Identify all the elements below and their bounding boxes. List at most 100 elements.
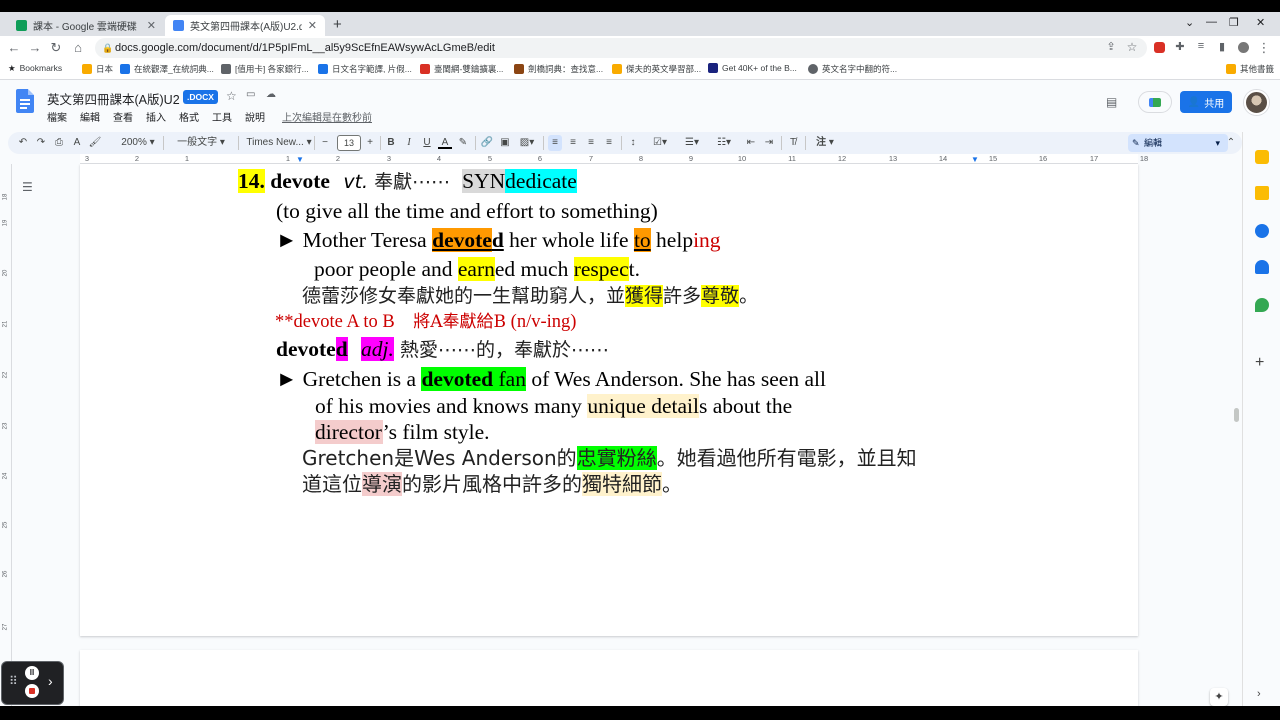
share-button[interactable]: 👤 共用 xyxy=(1180,91,1232,113)
image-icon[interactable]: ▨▾ xyxy=(516,135,538,151)
spellcheck-icon[interactable]: A xyxy=(70,135,84,151)
bold-button[interactable]: B xyxy=(384,135,398,151)
underline-button[interactable]: U xyxy=(420,135,434,151)
menu-edit[interactable]: 編輯 xyxy=(80,109,100,124)
italic-button[interactable]: I xyxy=(402,135,416,151)
bookmark-item[interactable]: 日本 xyxy=(82,63,113,75)
checklist-icon[interactable]: ☑▾ xyxy=(648,135,672,151)
home-icon[interactable]: ⌂ xyxy=(70,40,86,55)
document-page[interactable]: 14. devote vt. 奉獻⋯⋯ SYNdedicate (to give… xyxy=(80,164,1138,636)
decrease-indent-icon[interactable]: ⇤ xyxy=(744,135,758,151)
bulleted-list-icon[interactable]: ☰▾ xyxy=(680,135,704,151)
document-outline-icon[interactable]: ☰ xyxy=(22,180,33,194)
puzzle-icon[interactable]: ✚ xyxy=(1172,40,1188,53)
decrease-font-size-button[interactable]: − xyxy=(318,135,332,151)
scrollbar-thumb[interactable] xyxy=(1234,408,1239,422)
menu-view[interactable]: 查看 xyxy=(113,109,133,124)
add-addon-icon[interactable]: + xyxy=(1255,354,1264,372)
menu-tools[interactable]: 工具 xyxy=(212,109,232,124)
link-icon[interactable]: 🔗 xyxy=(480,135,494,151)
right-indent-marker[interactable]: ▼ xyxy=(971,155,979,164)
tab-drive[interactable]: 課本 - Google 雲端硬碟 ✕ xyxy=(8,15,164,36)
bookmark-item[interactable]: 英文名字中翻的符... xyxy=(808,63,897,75)
last-edit-link[interactable]: 上次編輯是在數秒前 xyxy=(282,109,372,124)
bookmark-item[interactable]: [值用卡] 各家銀行... xyxy=(221,63,309,75)
drag-handle-icon[interactable]: ⠿ xyxy=(9,674,18,688)
close-tab-icon[interactable]: ✕ xyxy=(147,19,156,32)
menu-help[interactable]: 說明 xyxy=(245,109,265,124)
side-panel-icon[interactable]: ▮ xyxy=(1214,40,1230,53)
menu-insert[interactable]: 插入 xyxy=(146,109,166,124)
tasks-icon[interactable] xyxy=(1255,224,1269,238)
align-center-icon[interactable]: ≡ xyxy=(566,135,580,151)
stop-recording-button[interactable] xyxy=(25,684,39,698)
text-color-button[interactable]: A xyxy=(438,135,452,149)
docs-logo-icon[interactable] xyxy=(16,89,34,113)
tab-docs[interactable]: 英文第四冊課本(A版)U2.docx - G ✕ xyxy=(165,15,325,36)
chevron-down-icon[interactable]: ⌄ xyxy=(1185,16,1194,29)
highlight-icon[interactable]: ✎ xyxy=(456,135,470,151)
move-folder-icon[interactable]: ▭ xyxy=(246,89,255,100)
annotations-icon[interactable]: 注 ▾ xyxy=(812,135,838,151)
horizontal-ruler[interactable]: 3 2 1 1 2 3 4 5 6 7 8 9 10 11 12 13 14 1… xyxy=(80,154,1148,164)
bookmark-item[interactable]: Get 40K+ of the B... xyxy=(708,63,797,73)
align-left-icon[interactable]: ≡ xyxy=(548,135,562,151)
close-tab-icon[interactable]: ✕ xyxy=(308,19,317,32)
menu-format[interactable]: 格式 xyxy=(179,109,199,124)
font-select[interactable]: Times New... ▾ xyxy=(244,135,314,151)
chevron-right-icon[interactable]: › xyxy=(1257,688,1261,700)
close-window-icon[interactable]: ✕ xyxy=(1256,16,1265,29)
more-menu-icon[interactable]: ⋮ xyxy=(1256,40,1272,56)
numbered-list-icon[interactable]: ☷▾ xyxy=(712,135,736,151)
comment-history-icon[interactable]: ▤ xyxy=(1106,95,1117,109)
bookmark-item[interactable]: 在統觀澤_在統詞典... xyxy=(120,63,214,75)
print-icon[interactable]: ⎙ xyxy=(52,135,66,151)
redo-icon[interactable]: ↷ xyxy=(34,135,48,151)
back-icon[interactable]: ← xyxy=(6,40,22,55)
avatar[interactable] xyxy=(1244,90,1269,115)
star-icon[interactable]: ☆ xyxy=(226,89,237,103)
bookmark-item[interactable]: 臺閩網-雙鑰擴裏... xyxy=(420,63,503,75)
collapse-toolbar-icon[interactable]: ⌃ xyxy=(1224,135,1238,151)
other-bookmarks[interactable]: 其他書籤 xyxy=(1226,63,1274,75)
new-tab-button[interactable]: + xyxy=(333,16,342,33)
style-select[interactable]: 一般文字 ▾ xyxy=(168,135,234,151)
undo-icon[interactable]: ↶ xyxy=(16,135,30,151)
bookmark-item[interactable]: 劍橋詞典：查找意... xyxy=(514,63,603,75)
pause-recording-button[interactable]: II xyxy=(25,666,39,680)
keep-icon[interactable] xyxy=(1255,186,1269,200)
forward-icon[interactable]: → xyxy=(27,40,43,55)
document-page[interactable] xyxy=(80,650,1138,706)
editing-mode-select[interactable]: ✎ 編輯 ▾ xyxy=(1128,134,1228,152)
restore-icon[interactable]: ❐ xyxy=(1229,16,1239,29)
meet-button[interactable] xyxy=(1138,91,1172,113)
font-size-input[interactable]: 13 xyxy=(337,135,361,151)
increase-indent-icon[interactable]: ⇥ xyxy=(762,135,776,151)
address-bar[interactable]: 🔒 docs.google.com/document/d/1P5pIFmL__a… xyxy=(95,38,1147,58)
share-page-icon[interactable]: ⇪ xyxy=(1103,40,1119,53)
paint-format-icon[interactable]: 🖌 xyxy=(88,135,102,151)
justify-icon[interactable]: ≡ xyxy=(602,135,616,151)
align-right-icon[interactable]: ≡ xyxy=(584,135,598,151)
line-spacing-icon[interactable]: ↕ xyxy=(626,135,640,151)
reload-icon[interactable]: ↻ xyxy=(48,40,64,56)
extension-icon[interactable] xyxy=(1154,42,1165,53)
star-icon[interactable]: ☆ xyxy=(1124,40,1140,54)
bookmark-item[interactable]: ★ Bookmarks xyxy=(8,63,62,73)
comment-icon[interactable]: ▣ xyxy=(498,135,512,151)
minimize-icon[interactable]: — xyxy=(1206,16,1217,28)
menu-file[interactable]: 檔案 xyxy=(47,109,67,124)
profile-icon[interactable] xyxy=(1238,42,1249,53)
bookmark-item[interactable]: 傑夫的英文學習部... xyxy=(612,63,701,75)
bookmark-item[interactable]: 日文名字範譯, 片假... xyxy=(318,63,412,75)
contacts-icon[interactable] xyxy=(1255,260,1269,274)
increase-font-size-button[interactable]: + xyxy=(363,135,377,151)
reading-list-icon[interactable]: ≡ xyxy=(1193,40,1209,52)
zoom-select[interactable]: 200% ▾ xyxy=(116,135,160,151)
left-indent-marker[interactable]: ▼ xyxy=(296,155,304,164)
explore-icon[interactable]: ✦ xyxy=(1210,688,1228,706)
document-title[interactable]: 英文第四冊課本(A版)U2 xyxy=(47,89,180,108)
chevron-right-icon[interactable]: › xyxy=(48,673,53,689)
calendar-icon[interactable] xyxy=(1255,150,1269,164)
clear-formatting-icon[interactable]: T̸ xyxy=(786,135,800,151)
